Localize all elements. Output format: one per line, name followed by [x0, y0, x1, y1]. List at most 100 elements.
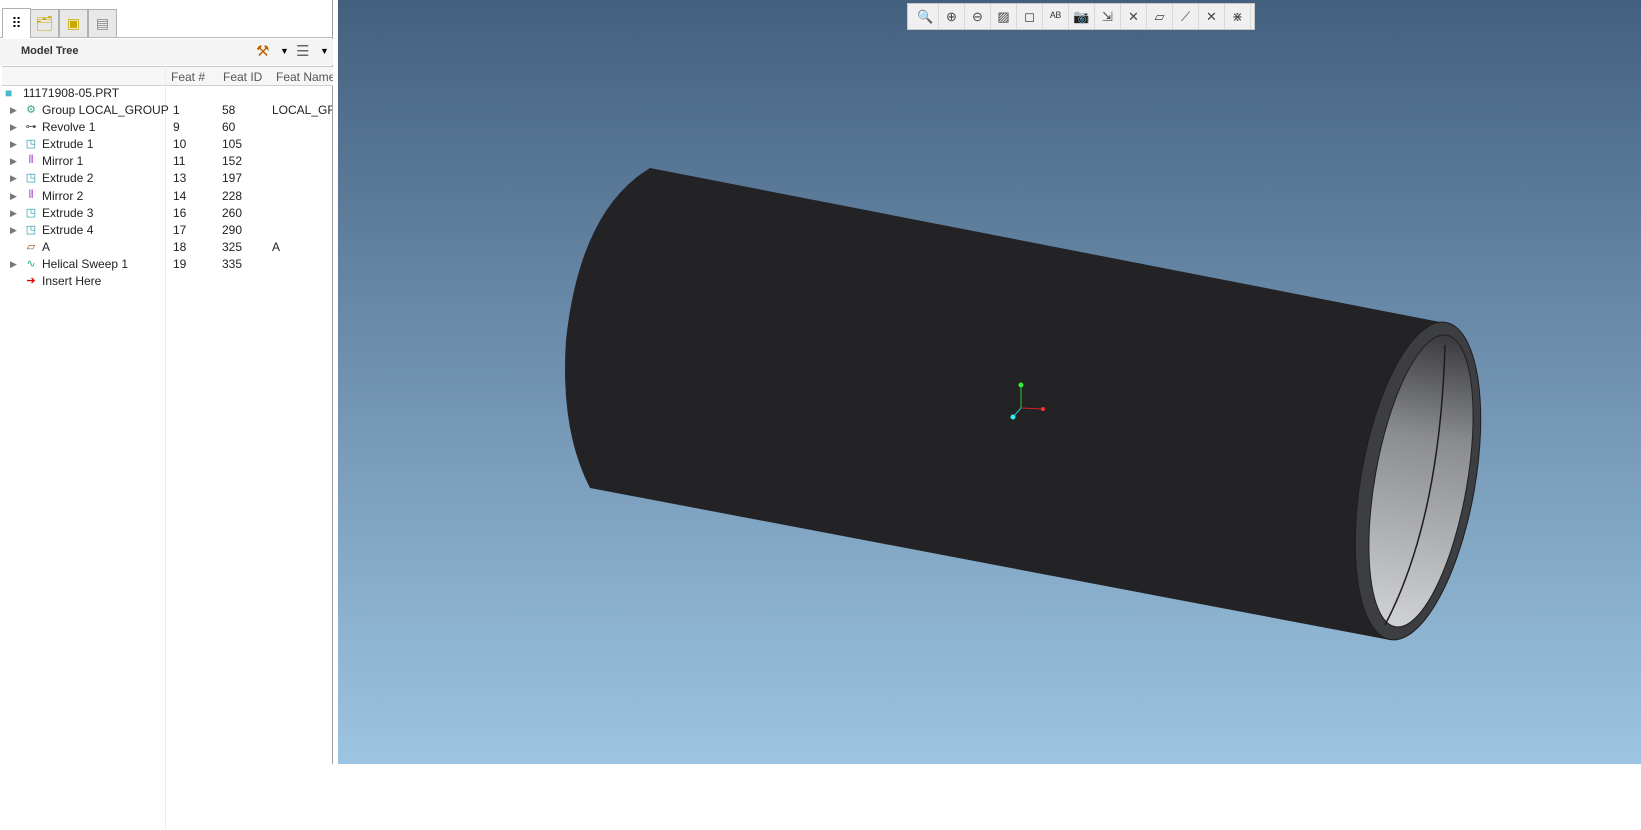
tree-item[interactable]: ▱ A 18 325 A: [0, 239, 333, 256]
tab-model-tree[interactable]: ⠿: [2, 8, 31, 38]
feature-id: 197: [222, 171, 243, 186]
zoom-in-icon: ⊕: [946, 8, 957, 24]
feature-id: 325: [222, 239, 243, 254]
feature-name: Insert Here: [42, 274, 102, 288]
model-tree-title: Model Tree: [21, 45, 79, 57]
refit-button[interactable]: 🔍: [913, 4, 939, 29]
tree-columns-icon[interactable]: ☰: [296, 42, 309, 60]
expand-icon[interactable]: ▶: [10, 208, 17, 219]
annotation-display-icon: ⋇: [1232, 8, 1243, 24]
saved-views-button[interactable]: ᴬᴮ: [1043, 4, 1069, 29]
graphics-viewport[interactable]: [338, 0, 1641, 764]
display-style-button[interactable]: ◻: [1017, 4, 1043, 29]
tree-item[interactable]: ➔ Insert Here: [0, 273, 333, 290]
extrude-icon: ◳: [25, 138, 37, 151]
refit-icon: 🔍: [917, 8, 934, 24]
feature-name: Helical Sweep 1: [42, 256, 129, 271]
mirror-icon: ⫴: [28, 188, 34, 201]
feature-name: Revolve 1: [42, 120, 96, 135]
tree-item[interactable]: ▶ ◳ Extrude 1 10 105: [0, 136, 333, 153]
revolve-icon: ⊶: [25, 121, 37, 134]
zoom-in-button[interactable]: ⊕: [939, 4, 965, 29]
column-feat-id[interactable]: Feat ID: [223, 70, 262, 84]
cylinder-body: [565, 168, 1440, 640]
expand-icon[interactable]: ▶: [10, 191, 17, 202]
datum-plane-icon: ▱: [26, 240, 36, 253]
root-label: 11171908-05.PRT: [23, 86, 120, 100]
coord-sys-display-button[interactable]: ✕: [1199, 4, 1225, 29]
tree-item[interactable]: ▶ ⊶ Revolve 1 9 60: [0, 119, 333, 136]
feature-name: Mirror 1: [42, 154, 84, 169]
feature-id: 228: [222, 188, 243, 203]
tree-item[interactable]: ▶ ◳ Extrude 3 16 260: [0, 205, 333, 222]
coord-sys-display-icon: ✕: [1206, 8, 1217, 24]
zoom-out-icon: ⊖: [972, 8, 983, 24]
repaint-icon: ▨: [997, 8, 1010, 24]
annotation-display-button[interactable]: ⋇: [1225, 4, 1251, 29]
feature-id: 60: [222, 120, 236, 135]
tree-root[interactable]: ■ 11171908-05.PRT: [0, 85, 333, 102]
tab-folder-browser[interactable]: ▣: [59, 9, 88, 37]
expand-icon[interactable]: ▶: [10, 225, 17, 236]
datum-plane-display-button[interactable]: ▱: [1147, 4, 1173, 29]
chevron-down-icon[interactable]: ▼: [320, 46, 329, 56]
column-header: Feat # Feat ID Feat Name: [2, 66, 333, 86]
feature-name: Extrude 3: [42, 205, 94, 220]
tab-favorites[interactable]: ▤: [88, 9, 117, 37]
datum-point-display-button[interactable]: ⟋: [1173, 4, 1199, 29]
mirror-icon: ⫴: [28, 154, 34, 167]
chevron-down-icon[interactable]: ▼: [280, 46, 289, 56]
extrude-icon: ◳: [25, 172, 37, 185]
helical-sweep-icon: ∿: [26, 257, 36, 270]
feature-id: 152: [222, 154, 243, 169]
feature-number: 17: [173, 222, 187, 237]
feature-id: 58: [222, 103, 236, 117]
feature-name: Group LOCAL_GROUP: [42, 103, 169, 117]
orient-icon: ⇲: [1102, 8, 1113, 24]
tree-item[interactable]: ▶ ⫴ Mirror 2 14 228: [0, 188, 333, 205]
folder-browser-icon: ▣: [66, 15, 81, 31]
column-feat-name[interactable]: Feat Name: [276, 70, 333, 84]
feature-number: 16: [173, 205, 187, 220]
feature-id: 290: [222, 222, 243, 237]
expand-icon[interactable]: ▶: [10, 156, 17, 167]
tab-layers[interactable]: 🗂: [30, 9, 59, 37]
feature-name: Extrude 4: [42, 222, 94, 237]
favorites-search-icon: ▤: [95, 15, 110, 31]
feature-number: 18: [173, 239, 187, 254]
navigator-tabs: ⠿ 🗂 ▣ ▤: [0, 0, 333, 38]
expand-icon[interactable]: ▶: [10, 139, 17, 150]
model-tree-panel: ⠿ 🗂 ▣ ▤ Model Tree ⚒ ▼ ☰ ▼ Feat # Feat I…: [0, 0, 333, 830]
feature-number: 10: [173, 137, 187, 152]
tree-item[interactable]: ▶ ⫴ Mirror 1 11 152: [0, 153, 333, 170]
extrude-icon: ◳: [25, 223, 37, 236]
expand-icon[interactable]: ▶: [10, 259, 17, 270]
datum-axis-display-icon: ✕: [1128, 8, 1139, 24]
group-icon: ⚙: [26, 104, 36, 116]
tree-item[interactable]: ▶ ⚙ Group LOCAL_GROUP 1 58 LOCAL_GROUP: [0, 102, 333, 119]
tree-item[interactable]: ▶ ◳ Extrude 2 13 197: [0, 170, 333, 187]
expand-icon[interactable]: ▶: [10, 173, 17, 184]
feature-name: Mirror 2: [42, 188, 84, 203]
display-style-icon: ◻: [1024, 8, 1035, 24]
datum-axis-display-button[interactable]: ✕: [1121, 4, 1147, 29]
part-icon: ■: [5, 86, 13, 100]
zoom-out-button[interactable]: ⊖: [965, 4, 991, 29]
feature-number: 14: [173, 188, 187, 203]
expand-icon[interactable]: ▶: [10, 122, 17, 133]
model-tree-icon: ⠿: [11, 15, 22, 31]
tree-item[interactable]: ▶ ∿ Helical Sweep 1 19 335: [0, 256, 333, 273]
tree-settings-icon[interactable]: ⚒: [256, 42, 269, 60]
tree-item[interactable]: ▶ ◳ Extrude 4 17 290: [0, 222, 333, 239]
datum-plane-display-icon: ▱: [1154, 8, 1165, 24]
datum-point-display-icon: ⟋: [1180, 8, 1191, 24]
view-manager-button[interactable]: 📷: [1069, 4, 1095, 29]
feature-name-column: A: [272, 239, 281, 254]
column-feat-num[interactable]: Feat #: [171, 70, 205, 84]
feature-id: 105: [222, 137, 243, 152]
expand-icon[interactable]: ▶: [10, 105, 17, 116]
repaint-button[interactable]: ▨: [991, 4, 1017, 29]
feature-name: Extrude 1: [42, 137, 94, 152]
orient-button[interactable]: ⇲: [1095, 4, 1121, 29]
feature-name: A: [42, 239, 51, 254]
